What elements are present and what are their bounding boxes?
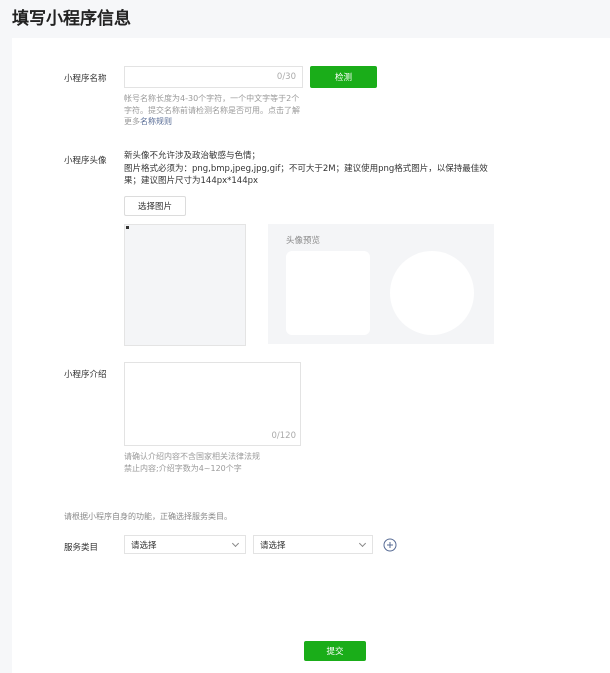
round-avatar-preview — [390, 251, 474, 335]
avatar-requirement-line2: 图片格式必须为：png,bmp,jpeg,jpg,gif；不可大于2M；建议使用… — [124, 163, 488, 187]
crop-handle[interactable] — [126, 226, 129, 229]
name-input[interactable]: 0/30 — [124, 66, 303, 88]
category-select-primary-value: 请选择 — [131, 540, 157, 551]
image-crop-area[interactable] — [124, 224, 246, 346]
avatar-preview-panel: 头像预览 — [268, 224, 494, 344]
name-counter: 0/30 — [276, 72, 296, 82]
category-note: 请根据小程序自身的功能，正确选择服务类目。 — [64, 512, 232, 521]
name-hint: 帐号名称长度为4-30个字符，一个中文字等于2个字符。提交名称前请检测名称是否可… — [124, 93, 306, 128]
intro-hint-line1: 请确认介绍内容不含国家相关法律法规 — [124, 452, 260, 461]
intro-hint: 请确认介绍内容不含国家相关法律法规 禁止内容;介绍字数为4~120个字 — [124, 451, 324, 474]
intro-counter: 0/120 — [271, 431, 297, 441]
square-avatar-preview — [286, 251, 370, 335]
avatar-requirements: 新头像不允许涉及政治敏感与色情； 图片格式必须为：png,bmp,jpeg,jp… — [124, 150, 496, 188]
submit-button[interactable]: 提交 — [304, 641, 366, 661]
page-title: 填写小程序信息 — [12, 9, 131, 29]
add-category-button[interactable] — [383, 537, 397, 552]
avatar-label: 小程序头像 — [64, 156, 107, 166]
category-select-secondary[interactable]: 请选择 — [253, 535, 373, 554]
category-label: 服务类目 — [64, 543, 99, 553]
choose-image-button[interactable]: 选择图片 — [124, 196, 186, 216]
chevron-down-icon — [358, 539, 367, 548]
avatar-preview-label: 头像预览 — [286, 236, 321, 246]
category-select-secondary-value: 请选择 — [260, 540, 286, 551]
plus-circle-icon — [383, 538, 397, 552]
intro-hint-line2: 禁止内容;介绍字数为4~120个字 — [124, 463, 242, 473]
chevron-down-icon — [231, 539, 240, 548]
form-card: 小程序名称 0/30 检测 帐号名称长度为4-30个字符，一个中文字等于2个字符… — [12, 38, 610, 673]
avatar-requirement-line1: 新头像不允许涉及政治敏感与色情； — [124, 151, 261, 161]
intro-label: 小程序介绍 — [64, 370, 107, 380]
intro-textarea[interactable]: 0/120 — [124, 362, 301, 446]
category-select-primary[interactable]: 请选择 — [124, 535, 246, 554]
name-rules-link[interactable]: 名称规则 — [140, 117, 172, 126]
check-name-button[interactable]: 检测 — [310, 66, 377, 88]
name-label: 小程序名称 — [64, 74, 107, 84]
